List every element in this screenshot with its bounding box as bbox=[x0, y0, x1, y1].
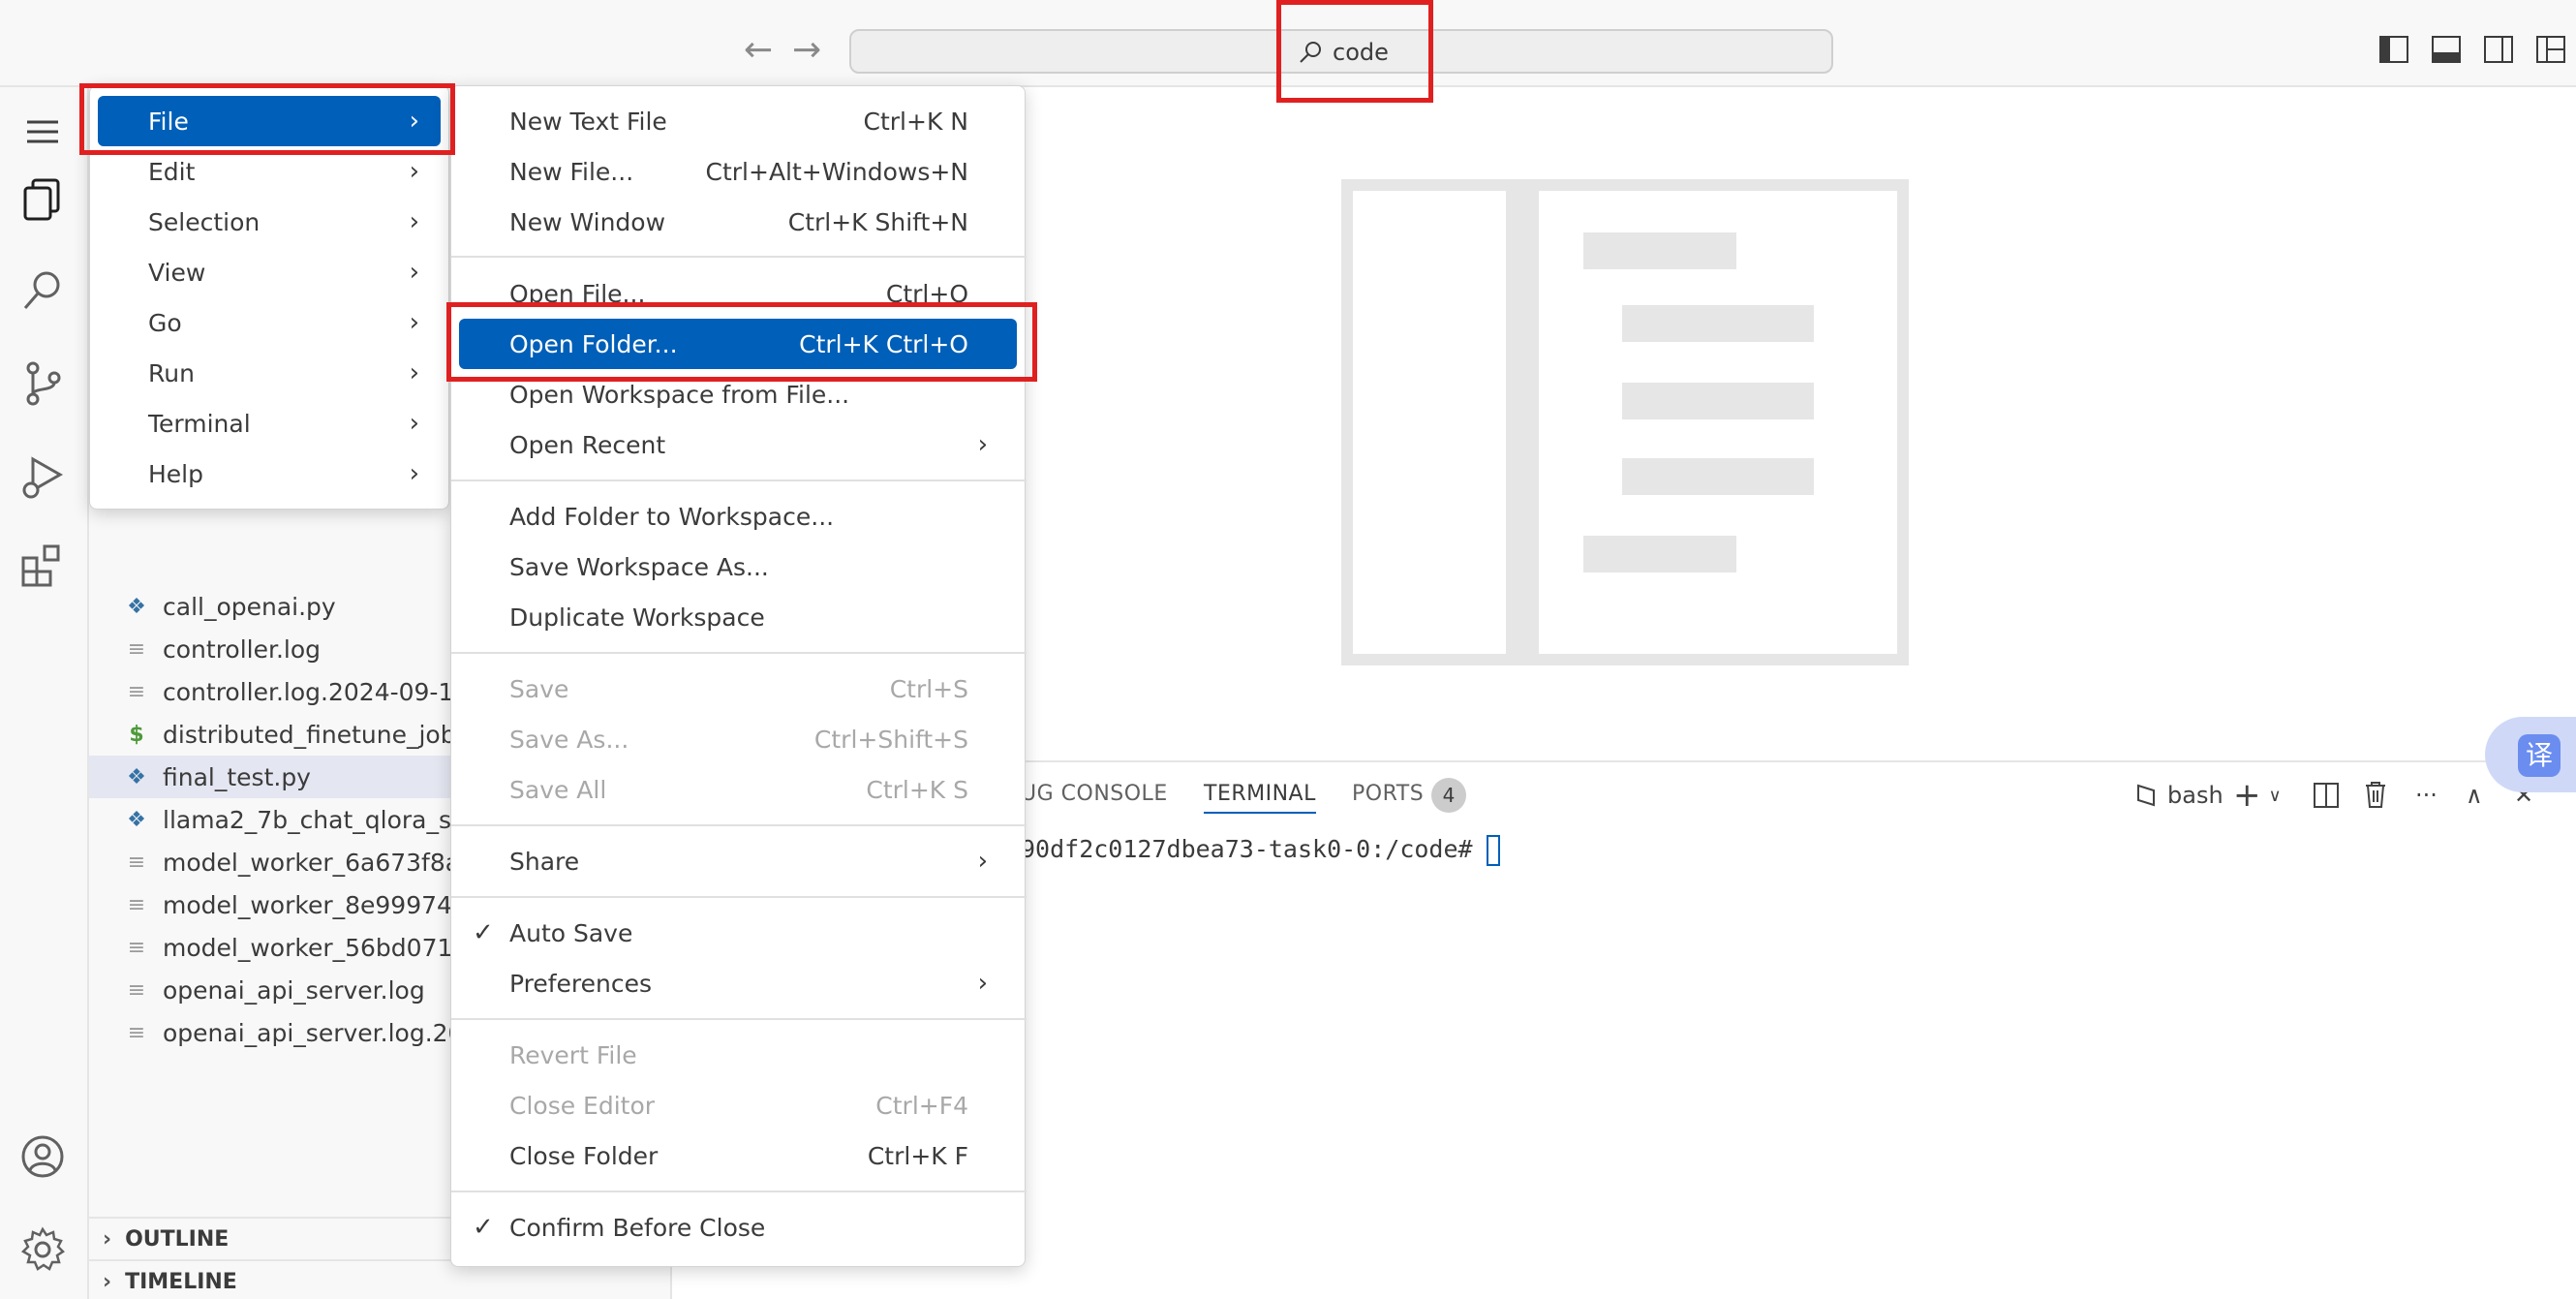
menu-separator bbox=[451, 479, 1027, 481]
back-arrow-icon[interactable]: ← bbox=[744, 31, 773, 70]
chevron-right-icon: › bbox=[409, 258, 419, 287]
menu-revert-file[interactable]: Revert File bbox=[459, 1030, 1017, 1080]
menu-new-file[interactable]: New File... Ctrl+Alt+Windows+N bbox=[459, 146, 1017, 197]
terminal-cursor bbox=[1486, 835, 1500, 866]
trash-icon[interactable] bbox=[2363, 780, 2388, 809]
chevron-right-icon: › bbox=[409, 207, 419, 236]
plus-icon: + bbox=[2233, 776, 2261, 815]
toggle-primary-sidebar-icon[interactable] bbox=[2378, 35, 2409, 64]
menu-close-editor[interactable]: Close Editor Ctrl+F4 bbox=[459, 1080, 1017, 1130]
menu-add-folder-to-workspace[interactable]: Add Folder to Workspace... bbox=[459, 491, 1017, 541]
search-icon[interactable] bbox=[19, 267, 66, 314]
menu-confirm-before-close[interactable]: ✓ Confirm Before Close bbox=[459, 1202, 1017, 1253]
maximize-panel-icon[interactable]: ∧ bbox=[2466, 778, 2483, 813]
chevron-right-icon: › bbox=[977, 969, 988, 998]
settings-gear-icon[interactable] bbox=[19, 1226, 66, 1273]
toggle-secondary-sidebar-icon[interactable] bbox=[2483, 35, 2514, 64]
menu-save-workspace-as[interactable]: Save Workspace As... bbox=[459, 541, 1017, 592]
split-terminal-icon[interactable] bbox=[2313, 782, 2340, 809]
menu-new-window[interactable]: New Window Ctrl+K Shift+N bbox=[459, 197, 1017, 247]
menu-item-terminal[interactable]: Terminal › bbox=[98, 398, 441, 448]
menu-share[interactable]: Share › bbox=[459, 836, 1017, 886]
menu-item-view[interactable]: View › bbox=[98, 247, 441, 297]
menu-new-text-file[interactable]: New Text File Ctrl+K N bbox=[459, 96, 1017, 146]
forward-arrow-icon[interactable]: → bbox=[792, 31, 821, 70]
text-file-icon: ≡ bbox=[127, 977, 146, 1003]
customize-layout-icon[interactable] bbox=[2535, 35, 2566, 64]
menu-preferences[interactable]: Preferences › bbox=[459, 958, 1017, 1008]
highlight-file-menu bbox=[79, 83, 455, 155]
explorer-icon[interactable] bbox=[19, 176, 66, 223]
translate-icon: 译 bbox=[2518, 734, 2561, 777]
chevron-right-icon: › bbox=[977, 847, 988, 876]
menu-separator bbox=[451, 896, 1027, 898]
vscode-letterpress-watermark bbox=[1341, 179, 1909, 665]
terminal-icon bbox=[2137, 784, 2155, 807]
shell-name: bash bbox=[2167, 782, 2223, 809]
python-file-icon: ❖ bbox=[127, 764, 146, 789]
menu-item-run[interactable]: Run › bbox=[98, 348, 441, 398]
text-file-icon: ≡ bbox=[127, 850, 146, 875]
menu-icon[interactable] bbox=[19, 108, 66, 155]
text-file-icon: ≡ bbox=[127, 679, 146, 704]
text-file-icon: ≡ bbox=[127, 636, 146, 662]
chevron-right-icon: › bbox=[409, 459, 419, 488]
python-file-icon: ❖ bbox=[127, 807, 146, 832]
text-file-icon: ≡ bbox=[127, 892, 146, 917]
chevron-down-icon: ∨ bbox=[2268, 785, 2282, 806]
menu-duplicate-workspace[interactable]: Duplicate Workspace bbox=[459, 592, 1017, 642]
menu-separator bbox=[451, 1018, 1027, 1020]
menu-separator bbox=[451, 1191, 1027, 1192]
activity-bar bbox=[0, 87, 89, 1299]
more-actions-icon[interactable]: ··· bbox=[2415, 778, 2438, 813]
highlight-search-code bbox=[1276, 0, 1433, 103]
ports-count-badge: 4 bbox=[1431, 778, 1466, 813]
menu-save-as[interactable]: Save As... Ctrl+Shift+S bbox=[459, 714, 1017, 764]
menu-item-selection[interactable]: Selection › bbox=[98, 197, 441, 247]
chevron-right-icon: › bbox=[103, 1226, 112, 1252]
file-submenu: New Text File Ctrl+K N New File... Ctrl+Al… bbox=[450, 85, 1027, 1267]
menu-separator bbox=[451, 256, 1027, 258]
text-file-icon: ≡ bbox=[127, 935, 146, 960]
chevron-right-icon: › bbox=[409, 358, 419, 387]
checkmark-icon: ✓ bbox=[473, 1213, 494, 1242]
chevron-right-icon: › bbox=[977, 430, 988, 459]
menu-auto-save[interactable]: ✓ Auto Save bbox=[459, 908, 1017, 958]
shell-file-icon: $ bbox=[129, 722, 144, 747]
terminal-shell-selector[interactable]: bash bbox=[2132, 778, 2223, 813]
tab-terminal[interactable]: TERMINAL bbox=[1204, 782, 1316, 814]
account-icon[interactable] bbox=[19, 1133, 66, 1180]
chevron-right-icon: › bbox=[409, 308, 419, 337]
menu-open-recent[interactable]: Open Recent › bbox=[459, 419, 1017, 470]
menu-item-go[interactable]: Go › bbox=[98, 297, 441, 348]
new-terminal-button[interactable]: + ∨ bbox=[2233, 776, 2282, 815]
run-debug-icon[interactable] bbox=[19, 453, 66, 500]
chevron-right-icon: › bbox=[409, 157, 419, 186]
terminal-output[interactable]: 90df2c0127dbea73-task0-0:/code# bbox=[1021, 835, 1500, 866]
menu-save[interactable]: Save Ctrl+S bbox=[459, 664, 1017, 714]
menu-separator bbox=[451, 652, 1027, 654]
menu-separator bbox=[451, 824, 1027, 826]
menu-close-folder[interactable]: Close Folder Ctrl+K F bbox=[459, 1130, 1017, 1181]
python-file-icon: ❖ bbox=[127, 594, 146, 619]
terminal-prompt: 90df2c0127dbea73-task0-0:/code# bbox=[1021, 835, 1473, 863]
text-file-icon: ≡ bbox=[127, 1020, 146, 1045]
menu-save-all[interactable]: Save All Ctrl+K S bbox=[459, 764, 1017, 815]
toggle-panel-icon[interactable] bbox=[2431, 35, 2462, 64]
checkmark-icon: ✓ bbox=[473, 918, 494, 947]
chevron-right-icon: › bbox=[103, 1269, 112, 1294]
highlight-open-folder bbox=[446, 302, 1037, 382]
chevron-right-icon: › bbox=[409, 409, 419, 438]
extensions-icon[interactable] bbox=[19, 542, 66, 589]
menu-item-help[interactable]: Help › bbox=[98, 448, 441, 499]
tab-debug-console[interactable]: UG CONSOLE bbox=[1021, 782, 1168, 806]
source-control-icon[interactable] bbox=[19, 360, 66, 407]
tab-ports[interactable]: PORTS bbox=[1352, 782, 1424, 806]
translate-button[interactable]: 译 bbox=[2485, 717, 2576, 792]
